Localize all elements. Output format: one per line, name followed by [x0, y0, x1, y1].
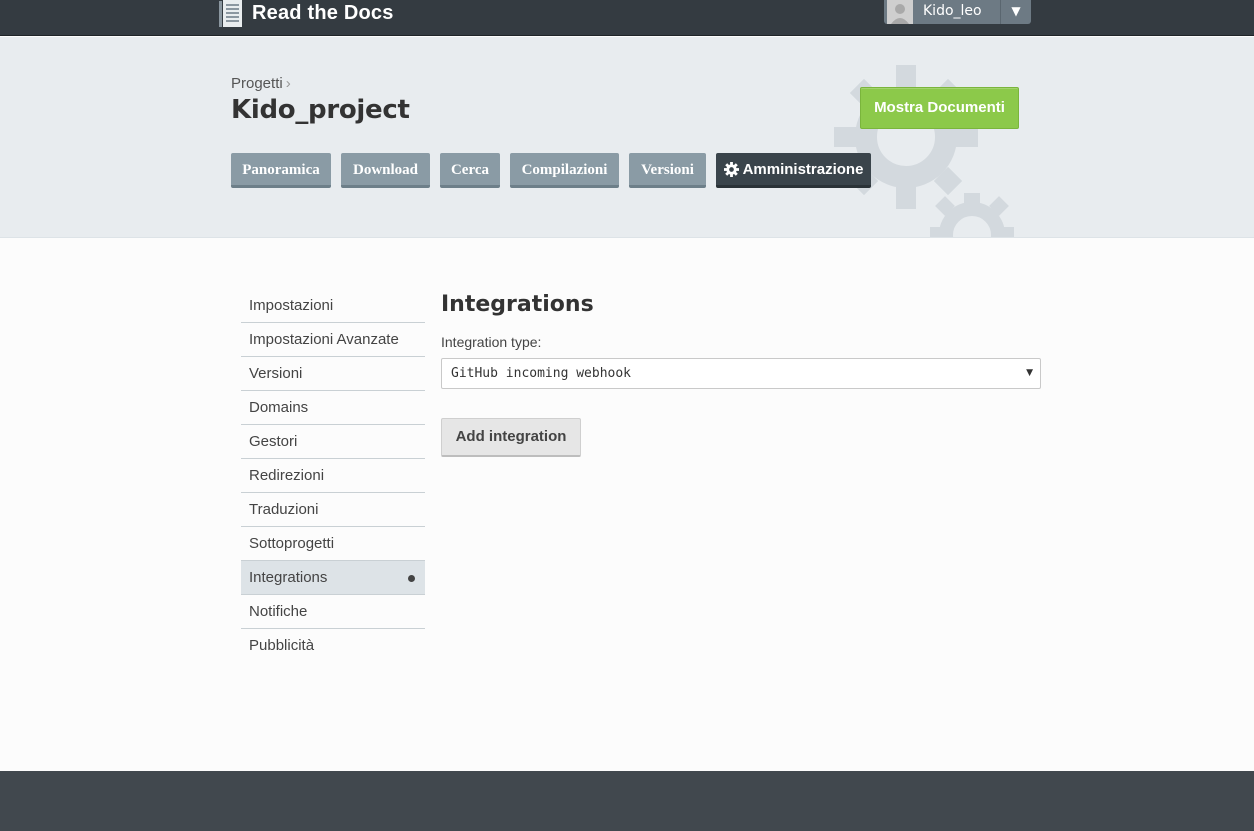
sidebar-item-translations[interactable]: Traduzioni — [241, 493, 425, 527]
admin-sidebar: Impostazioni Impostazioni Avanzate Versi… — [241, 289, 425, 663]
dropdown-caret-icon[interactable]: ▼ — [1000, 0, 1031, 24]
tab-overview[interactable]: Panoramica — [231, 153, 331, 188]
gears-decoration-icon — [834, 65, 1014, 237]
brand-logo[interactable]: Read the Docs — [218, 0, 394, 28]
user-menu[interactable]: Kido_leo ▼ — [884, 0, 1031, 24]
avatar-icon — [887, 0, 913, 24]
section-title: Integrations — [441, 292, 594, 317]
integration-type-label: Integration type: — [441, 334, 542, 350]
book-icon — [218, 0, 244, 28]
add-integration-button[interactable]: Add integration — [441, 418, 581, 457]
tab-builds[interactable]: Compilazioni — [510, 153, 619, 188]
integration-type-select[interactable]: GitHub incoming webhook ▼ — [441, 358, 1041, 389]
tab-admin[interactable]: Amministrazione — [716, 153, 871, 188]
breadcrumb: Progetti › — [231, 75, 291, 92]
tab-downloads[interactable]: Download — [341, 153, 430, 188]
sidebar-item-integrations[interactable]: Integrations — [241, 561, 425, 595]
sidebar-item-advanced-settings[interactable]: Impostazioni Avanzate — [241, 323, 425, 357]
select-value: GitHub incoming webhook — [451, 366, 632, 381]
sidebar-item-redirects[interactable]: Redirezioni — [241, 459, 425, 493]
select-arrow-icon: ▼ — [1026, 368, 1033, 378]
project-title: Kido_project — [231, 95, 410, 125]
sidebar-item-maintainers[interactable]: Gestori — [241, 425, 425, 459]
sidebar-item-label: Integrations — [249, 569, 328, 586]
project-header: Progetti › Kido_project Mostra Documenti … — [0, 37, 1254, 238]
sidebar-item-versions[interactable]: Versioni — [241, 357, 425, 391]
username-label: Kido_leo — [923, 3, 982, 19]
brand-name: Read the Docs — [252, 1, 394, 24]
breadcrumb-separator: › — [285, 75, 291, 92]
page-footer — [0, 771, 1254, 831]
integrations-panel: Integrations Integration type: GitHub in… — [441, 292, 1041, 457]
active-dot-icon — [408, 575, 415, 582]
sidebar-item-advertising[interactable]: Pubblicità — [241, 629, 425, 663]
top-navbar: Read the Docs Kido_leo ▼ — [0, 0, 1254, 36]
tab-search[interactable]: Cerca — [440, 153, 500, 188]
sidebar-item-notifications[interactable]: Notifiche — [241, 595, 425, 629]
show-docs-button[interactable]: Mostra Documenti — [860, 87, 1019, 129]
tab-admin-label: Amministrazione — [742, 161, 864, 178]
project-tabs: Panoramica Download Cerca Compilazioni V… — [0, 153, 1254, 188]
sidebar-item-settings[interactable]: Impostazioni — [241, 289, 425, 323]
tab-versions[interactable]: Versioni — [629, 153, 706, 188]
sidebar-item-domains[interactable]: Domains — [241, 391, 425, 425]
gear-icon — [723, 156, 739, 190]
breadcrumb-projects-link[interactable]: Progetti — [231, 75, 283, 92]
sidebar-item-subprojects[interactable]: Sottoprogetti — [241, 527, 425, 561]
